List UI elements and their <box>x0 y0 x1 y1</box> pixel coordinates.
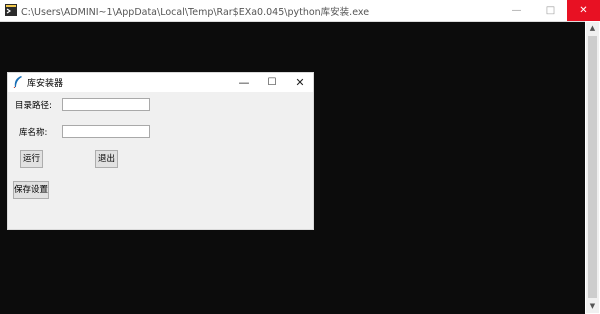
name-input[interactable] <box>62 125 150 138</box>
console-minimize-button[interactable]: — <box>500 0 533 21</box>
path-label: 目录路径: <box>15 101 52 111</box>
library-installer-window: 库安装器 — ☐ ✕ 目录路径: 库名称: 运行 退出 保存设置 <box>7 72 314 230</box>
run-button[interactable]: 运行 <box>20 150 43 168</box>
console-title: C:\Users\ADMINI~1\AppData\Local\Temp\Rar… <box>21 7 370 18</box>
feather-icon <box>13 76 22 88</box>
console-scrollbar-thumb[interactable] <box>588 36 597 298</box>
scroll-down-arrow-icon[interactable]: ▼ <box>586 300 599 312</box>
save-settings-button[interactable]: 保存设置 <box>13 181 49 199</box>
console-app-icon <box>5 4 17 16</box>
console-maximize-button[interactable]: □ <box>534 0 567 21</box>
path-input[interactable] <box>62 98 150 111</box>
app-close-button[interactable]: ✕ <box>286 73 314 92</box>
console-close-button[interactable]: ✕ <box>567 0 600 21</box>
app-minimize-button[interactable]: — <box>230 73 258 92</box>
name-label: 库名称: <box>19 128 48 138</box>
app-titlebar[interactable]: 库安装器 — ☐ ✕ <box>8 73 313 92</box>
app-title: 库安装器 <box>27 79 64 89</box>
app-maximize-button[interactable]: ☐ <box>258 73 286 92</box>
exit-button[interactable]: 退出 <box>95 150 118 168</box>
console-titlebar[interactable]: C:\Users\ADMINI~1\AppData\Local\Temp\Rar… <box>0 0 600 22</box>
scroll-up-arrow-icon[interactable]: ▲ <box>586 22 599 34</box>
